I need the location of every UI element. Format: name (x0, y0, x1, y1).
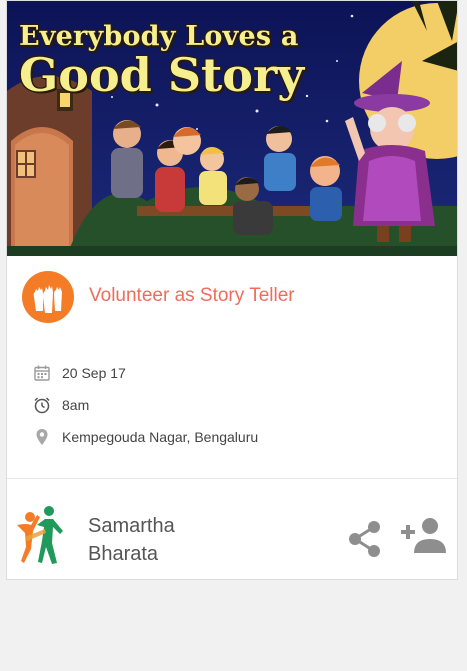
alarm-clock-icon (34, 397, 50, 414)
event-title-row: Volunteer as Story Teller (7, 257, 457, 337)
add-person-icon (401, 518, 446, 553)
banner-headline: Everybody Loves a Good Story (19, 23, 304, 98)
share-button[interactable] (345, 517, 385, 561)
share-icon (349, 521, 380, 557)
raised-hands-icon (22, 271, 74, 323)
event-card[interactable]: Everybody Loves a Good Story Volunteer a… (6, 0, 458, 580)
event-location: Kempegouda Nagar, Bengaluru (62, 429, 259, 445)
banner-headline-line1: Everybody Loves a (19, 21, 299, 52)
banner-headline-line2: Good Story (19, 48, 304, 102)
map-pin-icon (36, 429, 48, 445)
calendar-icon (34, 365, 50, 381)
event-time: 8am (62, 397, 90, 413)
card-footer: Samartha Bharata (7, 479, 457, 579)
event-date: 20 Sep 17 (62, 365, 126, 381)
organization-name-line1: Samartha (88, 515, 175, 537)
event-title-link[interactable]: Volunteer as Story Teller (89, 285, 295, 307)
samartha-bharata-logo[interactable] (15, 503, 67, 565)
organization-name[interactable]: Samartha Bharata (88, 512, 175, 568)
organization-name-line2: Bharata (88, 543, 159, 565)
event-banner-image[interactable]: Everybody Loves a Good Story (7, 1, 457, 256)
add-person-button[interactable] (400, 515, 448, 555)
